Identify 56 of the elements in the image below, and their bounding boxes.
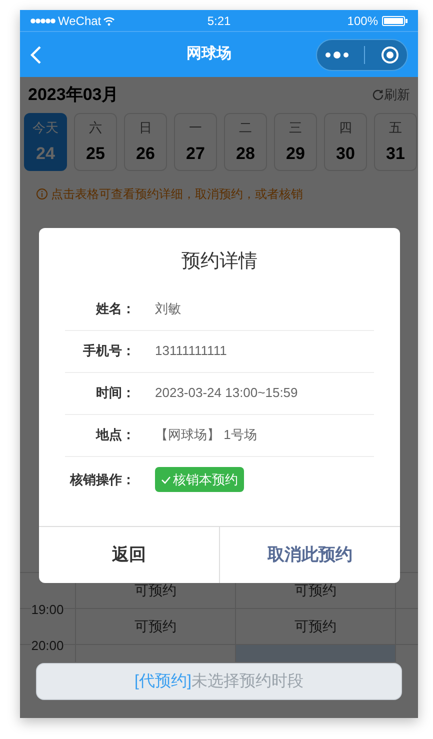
date-number: 29 xyxy=(286,143,305,165)
field-label: 手机号： xyxy=(82,342,135,360)
date-tab[interactable]: 六 25 xyxy=(74,113,117,171)
battery-icon xyxy=(382,16,408,26)
date-tab[interactable]: 一 27 xyxy=(174,113,217,171)
back-icon[interactable] xyxy=(30,44,42,64)
date-tab[interactable]: 二 28 xyxy=(224,113,267,171)
weekday-label: 六 xyxy=(89,118,102,136)
field-value: 13111111111 xyxy=(155,342,227,360)
field-value: 【网球场】 1号场 xyxy=(155,426,257,444)
close-icon[interactable] xyxy=(381,46,400,64)
date-tab[interactable]: 今天 24 xyxy=(24,113,67,171)
weekday-label: 三 xyxy=(289,118,302,136)
wifi-icon xyxy=(103,16,116,26)
proxy-booking-tag: [代预约] xyxy=(134,670,192,694)
field-label: 时间： xyxy=(95,384,135,402)
check-icon xyxy=(161,476,171,484)
more-icon[interactable] xyxy=(324,50,349,58)
weekday-label: 四 xyxy=(339,118,352,136)
weekday-label: 日 xyxy=(139,118,152,136)
date-number: 27 xyxy=(186,143,205,165)
clock: 5:21 xyxy=(206,12,232,30)
cancel-booking-button[interactable]: 取消此预约 xyxy=(219,527,400,583)
capsule-menu[interactable] xyxy=(316,38,408,70)
signal-icon xyxy=(30,18,56,24)
date-number: 28 xyxy=(236,143,255,165)
refresh-link[interactable]: 刷新 xyxy=(384,85,410,105)
bottom-bar[interactable]: [代预约]未选择预约时段 xyxy=(36,663,402,700)
weekday-label: 五 xyxy=(389,118,402,136)
field-value: 刘敏 xyxy=(155,300,181,318)
date-tab[interactable]: 四 30 xyxy=(324,113,367,171)
field-label: 核销操作： xyxy=(68,470,135,489)
field-value: 2023-03-24 13:00~15:59 xyxy=(155,384,298,402)
weekday-label: 二 xyxy=(239,118,252,136)
field-label: 地点： xyxy=(94,426,135,444)
weekday-label: 今天 xyxy=(32,118,58,136)
date-number: 26 xyxy=(136,143,155,165)
field-label: 姓名： xyxy=(94,300,135,318)
dialog-title: 预约详情 xyxy=(180,250,258,274)
carrier-label: WeChat xyxy=(58,12,102,30)
date-number: 30 xyxy=(336,143,355,165)
page-title: 网球场 xyxy=(186,44,232,64)
bottom-bar-text: 未选择预约时段 xyxy=(191,672,304,692)
refresh-icon[interactable] xyxy=(372,89,384,101)
tip-text: 点击表格可查看预约详细，取消预约，或者核销 xyxy=(51,186,303,203)
date-tab[interactable]: 日 26 xyxy=(124,113,167,171)
date-tab[interactable]: 五 31 xyxy=(374,113,417,171)
date-number: 31 xyxy=(386,143,405,165)
battery-percent: 100% xyxy=(347,12,378,30)
date-number: 24 xyxy=(36,143,55,165)
date-tab[interactable]: 三 29 xyxy=(274,113,317,171)
weekday-label: 一 xyxy=(189,118,202,136)
date-number: 25 xyxy=(86,143,105,165)
verify-button[interactable]: 核销本预约 xyxy=(155,467,244,492)
info-icon xyxy=(36,188,48,200)
month-label: 2023年03月 xyxy=(28,84,119,106)
